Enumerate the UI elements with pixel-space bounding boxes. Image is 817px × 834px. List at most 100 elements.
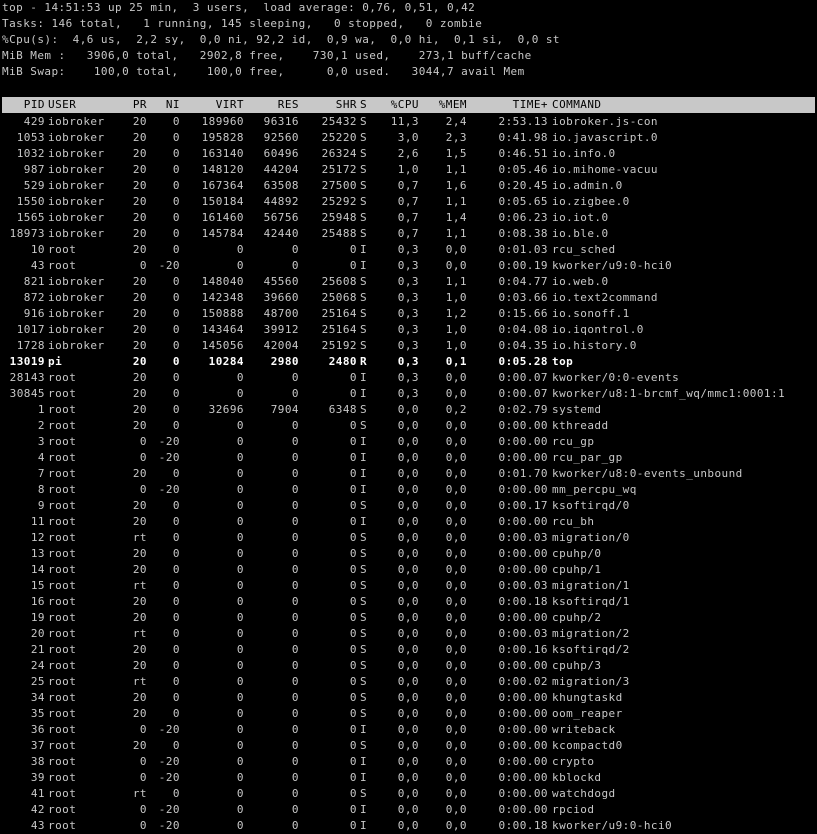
process-command: migration/3 <box>552 675 630 688</box>
process-shr: 6348 <box>328 403 357 416</box>
process-pid: 1728 <box>16 339 45 352</box>
process-row[interactable]: 872 iobroker 20 0 142348 39660 25068 S 0,3 1,0 0:0… <box>2 290 815 306</box>
process-user: iobroker <box>48 115 105 128</box>
process-row[interactable]: 43 root 0 -20 0 0 0 I 0,3 0,0 0:00.19 kworker/u9:0-… <box>2 258 815 274</box>
process-ni: 0 <box>172 403 180 416</box>
process-row[interactable]: 4 root 0 -20 0 0 0 I 0,0 0,0 0:00.00 rcu_par_gp <box>2 450 815 466</box>
process-user: iobroker <box>48 131 105 144</box>
process-row[interactable]: 18973 iobroker 20 0 145784 42440 25488 S 0,7 1,1 0… <box>2 226 815 242</box>
process-row[interactable]: 1565 iobroker 20 0 161460 56756 25948 S 0,7 1,4 0:… <box>2 210 815 226</box>
process-state: S <box>360 115 368 128</box>
process-user: root <box>48 755 77 768</box>
process-row[interactable]: 34 root 20 0 0 0 0 S 0,0 0,0 0:00.00 khungtaskd <box>2 690 815 706</box>
process-state: S <box>360 195 368 208</box>
process-row[interactable]: 16 root 20 0 0 0 0 S 0,0 0,0 0:00.18 ksoftirqd/1 <box>2 594 815 610</box>
process-row[interactable]: 1053 iobroker 20 0 195828 92560 25220 S 3,0 2,3 0:… <box>2 130 815 146</box>
process-virt: 0 <box>236 771 244 784</box>
process-row[interactable]: 2 root 20 0 0 0 0 S 0,0 0,0 0:00.00 kthreadd <box>2 418 815 434</box>
process-row[interactable]: 529 iobroker 20 0 167364 63508 27500 S 0,7 1,6 0:2… <box>2 178 815 194</box>
process-res: 0 <box>291 387 299 400</box>
process-user: root <box>48 691 77 704</box>
process-row[interactable]: 39 root 0 -20 0 0 0 I 0,0 0,0 0:00.00 kblockd <box>2 770 815 786</box>
process-res: 44892 <box>263 195 299 208</box>
process-mem: 0,0 <box>445 611 467 624</box>
process-row[interactable]: 28143 root 20 0 0 0 0 I 0,3 0,0 0:00.07 kworker/0:0… <box>2 370 815 386</box>
process-pid: 13019 <box>9 355 45 368</box>
process-row[interactable]: 1017 iobroker 20 0 143464 39912 25164 S 0,3 1,0 0:… <box>2 322 815 338</box>
process-pid: 34 <box>30 691 45 704</box>
process-ni: 0 <box>172 739 180 752</box>
process-row[interactable]: 1728 iobroker 20 0 145056 42004 25192 S 0,3 1,0 0:… <box>2 338 815 354</box>
column-header-time: TIME+ <box>512 98 548 111</box>
process-row[interactable]: 987 iobroker 20 0 148120 44204 25172 S 1,0 1,1 0:0… <box>2 162 815 178</box>
process-res: 0 <box>291 787 299 800</box>
process-row[interactable]: 42 root 0 -20 0 0 0 I 0,0 0,0 0:00.00 rpciod <box>2 802 815 818</box>
process-cpu: 2,6 <box>397 147 419 160</box>
process-row[interactable]: 9 root 20 0 0 0 0 S 0,0 0,0 0:00.17 ksoftirqd/0 <box>2 498 815 514</box>
process-row[interactable]: 30845 root 20 0 0 0 0 I 0,3 0,0 0:00.07 kworker/u8:… <box>2 386 815 402</box>
process-time: 0:00.00 <box>498 739 548 752</box>
process-time: 0:06.23 <box>498 211 548 224</box>
process-row[interactable]: 8 root 0 -20 0 0 0 I 0,0 0,0 0:00.00 mm_percpu_wq <box>2 482 815 498</box>
process-row[interactable]: 38 root 0 -20 0 0 0 I 0,0 0,0 0:00.00 crypto <box>2 754 815 770</box>
process-cpu: 0,0 <box>397 547 419 560</box>
process-user: root <box>48 563 77 576</box>
process-command: rcu_sched <box>552 243 616 256</box>
process-mem: 0,0 <box>445 259 467 272</box>
process-cpu: 0,0 <box>397 435 419 448</box>
process-table-header: PID USER PR NI VIRT RES SHR S %CPU %MEM TIME+ COMMA… <box>2 97 815 113</box>
process-row[interactable]: 37 root 20 0 0 0 0 S 0,0 0,0 0:00.00 kcompactd0 <box>2 738 815 754</box>
process-time: 0:00.00 <box>498 563 548 576</box>
process-row[interactable]: 14 root 20 0 0 0 0 S 0,0 0,0 0:00.00 cpuhp/1 <box>2 562 815 578</box>
process-row[interactable]: 13019 pi 20 0 10284 2980 2480 R 0,3 0,1 0:05.28 top <box>2 354 815 370</box>
column-header-res: RES <box>277 98 299 111</box>
process-shr: 0 <box>349 387 357 400</box>
process-command: io.javascript.0 <box>552 131 658 144</box>
process-row[interactable]: 35 root 20 0 0 0 0 S 0,0 0,0 0:00.00 oom_reaper <box>2 706 815 722</box>
process-row[interactable]: 7 root 20 0 0 0 0 I 0,0 0,0 0:01.70 kworker/u8:0-ev… <box>2 466 815 482</box>
process-time: 0:15.66 <box>498 307 548 320</box>
process-res: 42440 <box>263 227 299 240</box>
process-ni: 0 <box>172 707 180 720</box>
process-state: I <box>360 515 368 528</box>
process-cpu: 0,0 <box>397 627 419 640</box>
process-row[interactable]: 1 root 20 0 32696 7904 6348 S 0,0 0,2 0:02.79 syste… <box>2 402 815 418</box>
process-res: 0 <box>291 243 299 256</box>
process-row[interactable]: 25 root rt 0 0 0 0 S 0,0 0,0 0:00.02 migration/3 <box>2 674 815 690</box>
process-row[interactable]: 11 root 20 0 0 0 0 I 0,0 0,0 0:00.00 rcu_bh <box>2 514 815 530</box>
process-row[interactable]: 1550 iobroker 20 0 150184 44892 25292 S 0,7 1,1 0:… <box>2 194 815 210</box>
process-shr: 0 <box>349 675 357 688</box>
process-state: R <box>360 355 368 368</box>
process-time: 0:00.00 <box>498 691 548 704</box>
process-mem: 0,0 <box>445 675 467 688</box>
process-pr: 0 <box>139 483 147 496</box>
process-row[interactable]: 24 root 20 0 0 0 0 S 0,0 0,0 0:00.00 cpuhp/3 <box>2 658 815 674</box>
process-row[interactable]: 1032 iobroker 20 0 163140 60496 26324 S 2,6 1,5 0:… <box>2 146 815 162</box>
process-user: iobroker <box>48 339 105 352</box>
process-row[interactable]: 15 root rt 0 0 0 0 S 0,0 0,0 0:00.03 migration/1 <box>2 578 815 594</box>
process-virt: 145784 <box>201 227 244 240</box>
process-row[interactable]: 36 root 0 -20 0 0 0 I 0,0 0,0 0:00.00 writeback <box>2 722 815 738</box>
process-row[interactable]: 19 root 20 0 0 0 0 S 0,0 0,0 0:00.00 cpuhp/2 <box>2 610 815 626</box>
process-user: root <box>48 371 77 384</box>
process-mem: 0,0 <box>445 419 467 432</box>
process-row[interactable]: 12 root rt 0 0 0 0 S 0,0 0,0 0:00.03 migration/0 <box>2 530 815 546</box>
process-user: root <box>48 627 77 640</box>
process-user: root <box>48 403 77 416</box>
process-row[interactable]: 41 root rt 0 0 0 0 S 0,0 0,0 0:00.00 watchdogd <box>2 786 815 802</box>
process-row[interactable]: 916 iobroker 20 0 150888 48700 25164 S 0,3 1,2 0:1… <box>2 306 815 322</box>
process-row[interactable]: 20 root rt 0 0 0 0 S 0,0 0,0 0:00.03 migration/2 <box>2 626 815 642</box>
process-row[interactable]: 3 root 0 -20 0 0 0 I 0,0 0,0 0:00.00 rcu_gp <box>2 434 815 450</box>
process-pid: 38 <box>30 755 45 768</box>
process-row[interactable]: 21 root 20 0 0 0 0 S 0,0 0,0 0:00.16 ksoftirqd/2 <box>2 642 815 658</box>
process-pid: 24 <box>30 659 45 672</box>
process-user: root <box>48 483 77 496</box>
process-row[interactable]: 13 root 20 0 0 0 0 S 0,0 0,0 0:00.00 cpuhp/0 <box>2 546 815 562</box>
process-mem: 1,5 <box>445 147 467 160</box>
process-user: iobroker <box>48 147 105 160</box>
process-row[interactable]: 429 iobroker 20 0 189960 96316 25432 S 11,3 2,4 2:… <box>2 114 815 130</box>
process-user: iobroker <box>48 323 105 336</box>
process-row[interactable]: 821 iobroker 20 0 148040 45560 25608 S 0,3 1,1 0:0… <box>2 274 815 290</box>
process-row[interactable]: 10 root 20 0 0 0 0 I 0,3 0,0 0:01.03 rcu_sched <box>2 242 815 258</box>
process-pid: 529 <box>23 179 45 192</box>
